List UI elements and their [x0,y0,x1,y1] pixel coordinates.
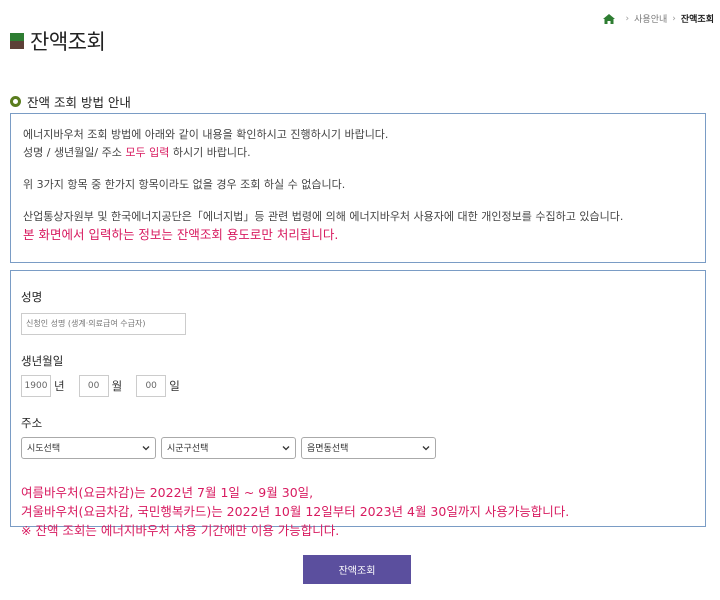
breadcrumb: › 사용안내 › 잔액조회 [602,12,714,25]
birth-day-input[interactable] [136,374,167,397]
breadcrumb-current: 잔액조회 [680,15,714,25]
chevron-right-icon: › [672,13,676,24]
birth-year-input[interactable] [21,374,51,397]
guide-line-2: 성명 / 생년월일/ 주소 모두 입력 하시기 바랍니다. [23,146,251,159]
day-unit: 일 [169,378,180,393]
circle-bullet-icon [10,96,21,107]
month-unit: 월 [111,378,123,393]
guide-box: 에너지바우처 조회 방법에 아래와 같이 내용을 확인하시고 진행하시기 바랍니… [10,113,706,263]
name-label: 성명 [21,290,43,304]
balance-lookup-button[interactable]: 잔액조회 [303,555,411,584]
sido-select[interactable]: 시도선택 [21,436,156,459]
guide-line-1: 에너지바우처 조회 방법에 아래와 같이 내용을 확인하시고 진행하시기 바랍니… [23,128,389,141]
chevron-down-icon [142,445,150,450]
address-label: 주소 [21,415,43,430]
breadcrumb-item-guide[interactable]: 사용안내 [634,12,667,25]
guide-line-5: 본 화면에서 입력하는 정보는 잔액조회 용도로만 처리됩니다. [23,227,339,242]
year-unit: 년 [54,378,65,393]
guide-heading: 잔액 조회 방법 안내 [10,92,131,111]
eupmyeondong-select[interactable]: 읍면동선택 [301,436,436,459]
notice-line-3: ※ 잔액 조회는 에너지바우처 사용 기간에만 이용 가능합니다. [21,522,340,538]
sigungu-select[interactable]: 시군구선택 [161,436,296,459]
notice-line-1: 여름바우처(요금차감)는 2022년 7월 1일 ~ 9월 30일, [21,484,314,500]
usage-notice: 여름바우처(요금차감)는 2022년 7월 1일 ~ 9월 30일, 겨울바우처… [21,483,695,540]
guide-heading-text: 잔액 조회 방법 안내 [27,95,131,110]
guide-line-3: 위 3가지 항목 중 한가지 항목이라도 없을 경우 조회 하실 수 없습니다. [23,178,346,191]
home-icon[interactable] [602,13,615,24]
lookup-form: 성명 생년월일 년 월 일 주소 시도선택 시군구선택 읍면동선택 여름바우처(… [10,270,706,538]
name-input[interactable] [21,312,186,335]
guide-emphasis: 모두 입력 [125,146,170,159]
birth-row: 년 월 일 [21,374,695,397]
chevron-right-icon: › [625,13,630,24]
page-title-text: 잔액조회 [30,30,106,54]
title-square-icon [10,33,24,49]
birth-month-input[interactable] [78,374,109,397]
address-row: 시도선택 시군구선택 읍면동선택 [21,436,695,459]
notice-line-2: 겨울바우처(요금차감, 국민행복카드)는 2022년 10월 12일부터 202… [21,503,570,519]
chevron-down-icon [282,445,290,450]
chevron-down-icon [422,445,430,450]
birth-label: 생년월일 [21,353,64,368]
page-title: 잔액조회 [10,26,106,56]
guide-line-4: 산업통상자원부 및 한국에너지공단은「에너지법」등 관련 법령에 의해 에너지바… [23,210,624,223]
